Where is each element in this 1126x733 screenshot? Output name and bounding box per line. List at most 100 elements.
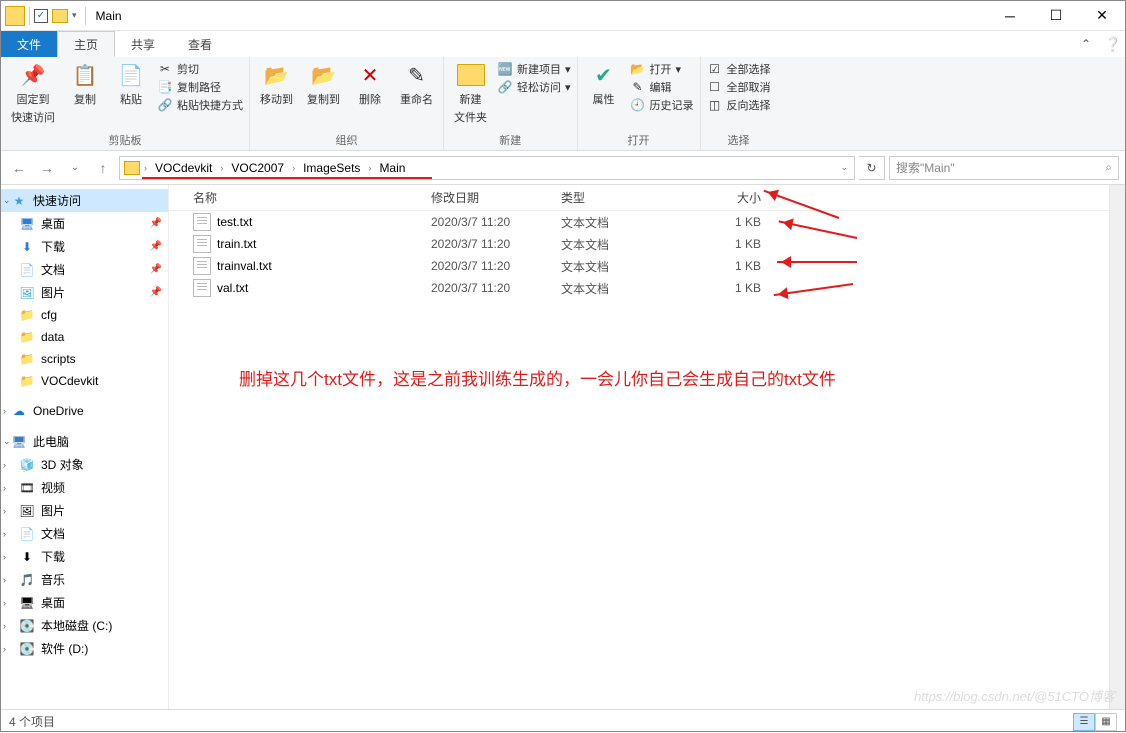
up-button[interactable]: ↑: [91, 156, 115, 180]
chevron-right-icon[interactable]: ›: [142, 163, 149, 173]
minimize-button[interactable]: ─: [987, 1, 1033, 31]
easyaccess-button[interactable]: 🔗轻松访问 ▾: [497, 79, 571, 95]
folder-app-icon: [5, 6, 25, 26]
file-type: 文本文档: [561, 214, 691, 231]
addr-dropdown-icon[interactable]: ⌄: [838, 162, 850, 173]
chevron-right-icon[interactable]: ›: [3, 460, 6, 470]
nav-pc-item-6[interactable]: ›🖥桌面: [1, 591, 168, 614]
search-input[interactable]: 搜索"Main" ⌕: [889, 156, 1119, 180]
chevron-right-icon[interactable]: ›: [3, 552, 6, 562]
nav-pc-item-7[interactable]: ›💽本地磁盘 (C:): [1, 614, 168, 637]
nav-pc-item-2[interactable]: ›🖼图片: [1, 499, 168, 522]
properties-icon: ✔: [590, 61, 618, 89]
tab-file[interactable]: 文件: [1, 31, 57, 57]
copypath-button[interactable]: 📑复制路径: [157, 79, 243, 95]
rename-button[interactable]: ✎重命名: [396, 59, 437, 109]
qat-folder-small[interactable]: [52, 9, 68, 23]
tab-share[interactable]: 共享: [115, 31, 172, 57]
nav-quick-item-3[interactable]: 🖼图片📌: [1, 281, 168, 304]
file-size: 1 KB: [691, 281, 761, 295]
col-header-date[interactable]: 修改日期: [431, 189, 561, 206]
nav-quick-item-6[interactable]: 📁scripts: [1, 348, 168, 370]
history-dropdown[interactable]: ⌄: [63, 156, 87, 180]
forward-button[interactable]: →: [35, 156, 59, 180]
watermark-text: https://blog.csdn.net/@51CTO博客: [914, 686, 1115, 705]
nav-quick-item-4[interactable]: 📁cfg: [1, 304, 168, 326]
file-size: 1 KB: [691, 215, 761, 229]
tab-view[interactable]: 查看: [172, 31, 229, 57]
properties-button[interactable]: ✔属性: [584, 59, 624, 109]
chevron-right-icon[interactable]: ›: [3, 621, 6, 631]
nav-pc-item-0[interactable]: ›🧊3D 对象: [1, 453, 168, 476]
group-label-select: 选择: [728, 130, 750, 150]
col-header-size[interactable]: 大小: [691, 189, 761, 206]
paste-button[interactable]: 📄粘贴: [111, 59, 151, 109]
edit-button[interactable]: ✎编辑: [630, 79, 694, 95]
moveto-button[interactable]: 📂移动到: [256, 59, 297, 109]
nav-this-pc[interactable]: ⌄🖥此电脑: [1, 430, 168, 453]
cut-button[interactable]: ✂剪切: [157, 61, 243, 77]
selectnone-button[interactable]: ☐全部取消: [707, 79, 771, 95]
nav-quick-item-7[interactable]: 📁VOCdevkit: [1, 370, 168, 392]
chevron-right-icon[interactable]: ›: [3, 529, 6, 539]
breadcrumb-seg-3[interactable]: Main: [375, 161, 409, 175]
back-button[interactable]: ←: [7, 156, 31, 180]
invert-icon: ◫: [707, 97, 723, 113]
qat-check-icon[interactable]: ✓: [34, 9, 48, 23]
nav-pc-item-1[interactable]: ›🎞视频: [1, 476, 168, 499]
nav-quick-item-2[interactable]: 📄文档📌: [1, 258, 168, 281]
paste-shortcut-button[interactable]: 🔗粘贴快捷方式: [157, 97, 243, 113]
nav-pc-item-8[interactable]: ›💽软件 (D:): [1, 637, 168, 660]
chevron-right-icon[interactable]: ›: [3, 575, 6, 585]
copyto-button[interactable]: 📂复制到: [303, 59, 344, 109]
nav-pc-item-3[interactable]: ›📄文档: [1, 522, 168, 545]
group-label-clipboard: 剪贴板: [109, 130, 142, 150]
view-icons-button[interactable]: ▦: [1095, 713, 1117, 731]
pin-quickaccess-button[interactable]: 📌固定到快速访问: [7, 59, 59, 127]
qat-dropdown-icon[interactable]: ▾: [72, 10, 77, 21]
address-bar[interactable]: › VOCdevkit› VOC2007› ImageSets› Main ⌄: [119, 156, 855, 180]
ribbon-collapse-icon[interactable]: ⌃: [1071, 31, 1101, 57]
nav-quick-item-0[interactable]: 🖥桌面📌: [1, 212, 168, 235]
selectall-button[interactable]: ☑全部选择: [707, 61, 771, 77]
file-row[interactable]: train.txt2020/3/7 11:20文本文档1 KB: [169, 233, 1109, 255]
col-header-name[interactable]: 名称: [193, 189, 431, 206]
breadcrumb-seg-1[interactable]: VOC2007: [227, 161, 288, 175]
chevron-right-icon[interactable]: ›: [3, 644, 6, 654]
history-button[interactable]: 🕘历史记录: [630, 97, 694, 113]
nav-quick-item-1[interactable]: ⬇下载📌: [1, 235, 168, 258]
refresh-button[interactable]: ↻: [859, 156, 885, 180]
nav-quick-item-5[interactable]: 📁data: [1, 326, 168, 348]
file-row[interactable]: test.txt2020/3/7 11:20文本文档1 KB: [169, 211, 1109, 233]
view-details-button[interactable]: ☰: [1073, 713, 1095, 731]
invert-button[interactable]: ◫反向选择: [707, 97, 771, 113]
nav-onedrive[interactable]: ›☁OneDrive: [1, 400, 168, 422]
nav-pc-item-4[interactable]: ›⬇下载: [1, 545, 168, 568]
open-button[interactable]: 📂打开 ▾: [630, 61, 694, 77]
chevron-down-icon[interactable]: ⌄: [3, 195, 11, 206]
chevron-right-icon[interactable]: ›: [3, 506, 6, 516]
vertical-scrollbar[interactable]: [1109, 185, 1125, 709]
maximize-button[interactable]: ☐: [1033, 1, 1079, 31]
col-header-type[interactable]: 类型: [561, 189, 691, 206]
file-row[interactable]: trainval.txt2020/3/7 11:20文本文档1 KB: [169, 255, 1109, 277]
newfolder-button[interactable]: 新建文件夹: [450, 59, 491, 127]
nav-quick-access[interactable]: ⌄★快速访问: [1, 189, 168, 212]
newitem-button[interactable]: 🆕新建项目 ▾: [497, 61, 571, 77]
file-type: 文本文档: [561, 280, 691, 297]
tab-home[interactable]: 主页: [57, 31, 115, 57]
copy-button[interactable]: 📋复制: [65, 59, 105, 109]
help-icon[interactable]: ❔: [1101, 31, 1125, 57]
nav-pc-item-5[interactable]: ›🎵音乐: [1, 568, 168, 591]
file-size: 1 KB: [691, 259, 761, 273]
chevron-down-icon[interactable]: ⌄: [3, 436, 11, 447]
delete-button[interactable]: ✕删除: [350, 59, 390, 109]
chevron-right-icon[interactable]: ›: [3, 598, 6, 608]
quick-access-toolbar: ✓ ▾: [1, 6, 90, 26]
file-row[interactable]: val.txt2020/3/7 11:20文本文档1 KB: [169, 277, 1109, 299]
breadcrumb-seg-0[interactable]: VOCdevkit: [151, 161, 216, 175]
chevron-right-icon[interactable]: ›: [3, 406, 6, 416]
chevron-right-icon[interactable]: ›: [3, 483, 6, 493]
close-button[interactable]: ✕: [1079, 1, 1125, 31]
breadcrumb-seg-2[interactable]: ImageSets: [299, 161, 364, 175]
